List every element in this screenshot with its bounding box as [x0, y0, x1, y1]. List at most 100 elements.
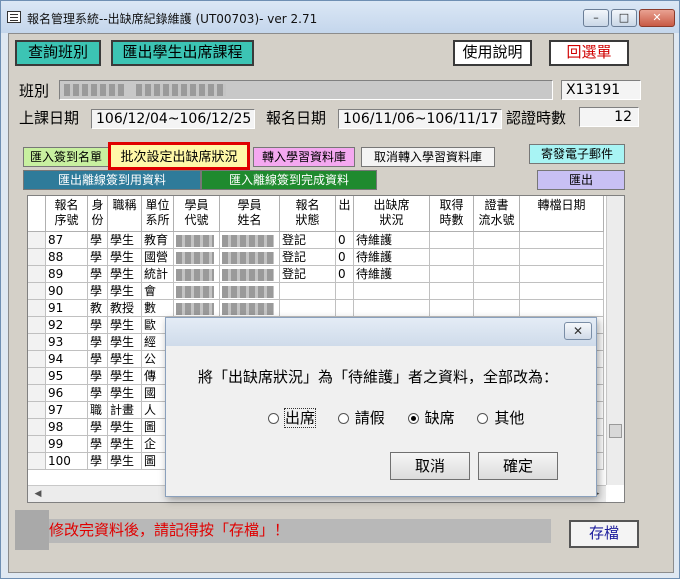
- cell-job-title[interactable]: 計畫: [108, 402, 142, 419]
- save-button[interactable]: 存檔: [569, 520, 639, 548]
- vertical-scroll-thumb[interactable]: [609, 424, 622, 438]
- row-selector[interactable]: [28, 419, 46, 436]
- cell-signup-no[interactable]: 96: [46, 385, 88, 402]
- cell-signup-no[interactable]: 88: [46, 249, 88, 266]
- radio-selected-icon[interactable]: [407, 413, 419, 424]
- cell-transfer-date[interactable]: [520, 232, 604, 249]
- cell-job-title[interactable]: 學生: [108, 334, 142, 351]
- cell-signup-status[interactable]: [280, 300, 336, 317]
- maximize-button[interactable]: □: [611, 9, 637, 27]
- export-offline-signin-button[interactable]: 匯出離線簽到用資料: [23, 170, 201, 190]
- row-selector[interactable]: [28, 300, 46, 317]
- cell-unit[interactable]: 會: [142, 283, 174, 300]
- vertical-scrollbar[interactable]: [606, 196, 624, 485]
- table-row[interactable]: 87 學學生 教育 登記 0 待維護: [28, 232, 604, 249]
- cell-hours[interactable]: [430, 283, 474, 300]
- cell-student-id[interactable]: [174, 232, 220, 249]
- cell-signup-no[interactable]: 89: [46, 266, 88, 283]
- cell-cert-no[interactable]: [474, 232, 520, 249]
- row-selector[interactable]: [28, 232, 46, 249]
- cell-job-title[interactable]: 學生: [108, 249, 142, 266]
- cell-job-title[interactable]: 教授: [108, 300, 142, 317]
- close-button[interactable]: ✕: [639, 9, 675, 27]
- dialog-ok-button[interactable]: 確定: [478, 452, 558, 480]
- table-row[interactable]: 88 學學生 國營 登記 0 待維護: [28, 249, 604, 266]
- cell-job-title[interactable]: 學生: [108, 436, 142, 453]
- transfer-learning-db-button[interactable]: 轉入學習資料庫: [253, 147, 355, 167]
- cell-signup-no[interactable]: 87: [46, 232, 88, 249]
- table-row[interactable]: 89 學學生 統計 登記 0 待維護: [28, 266, 604, 283]
- cell-identity[interactable]: 學: [88, 419, 108, 436]
- cell-signup-no[interactable]: 99: [46, 436, 88, 453]
- cell-identity[interactable]: 教: [88, 300, 108, 317]
- cell-signup-status[interactable]: 登記: [280, 266, 336, 283]
- cell-student-id[interactable]: [174, 266, 220, 283]
- cell-student-id[interactable]: [174, 300, 220, 317]
- cell-job-title[interactable]: 學生: [108, 368, 142, 385]
- cell-identity[interactable]: 學: [88, 232, 108, 249]
- back-to-menu-button[interactable]: 回選單: [549, 40, 629, 66]
- row-selector[interactable]: [28, 317, 46, 334]
- cell-identity[interactable]: 學: [88, 283, 108, 300]
- row-selector[interactable]: [28, 402, 46, 419]
- cancel-transfer-button[interactable]: 取消轉入學習資料庫: [361, 147, 495, 167]
- cell-signup-no[interactable]: 98: [46, 419, 88, 436]
- cell-unit[interactable]: 教育: [142, 232, 174, 249]
- cell-job-title[interactable]: 學生: [108, 317, 142, 334]
- export-button[interactable]: 匯出: [537, 170, 625, 190]
- cell-job-title[interactable]: 學生: [108, 283, 142, 300]
- cell-attendance[interactable]: [354, 300, 430, 317]
- cell-identity[interactable]: 學: [88, 436, 108, 453]
- cell-identity[interactable]: 學: [88, 351, 108, 368]
- row-selector[interactable]: [28, 283, 46, 300]
- cell-signup-no[interactable]: 91: [46, 300, 88, 317]
- cell-unit[interactable]: 國營: [142, 249, 174, 266]
- cell-hours[interactable]: [430, 249, 474, 266]
- dialog-close-button[interactable]: ✕: [564, 322, 592, 340]
- cell-cert-no[interactable]: [474, 300, 520, 317]
- cell-job-title[interactable]: 學生: [108, 351, 142, 368]
- option-present[interactable]: 出席: [268, 407, 317, 428]
- minimize-button[interactable]: –: [583, 9, 609, 27]
- cell-attendance[interactable]: [354, 283, 430, 300]
- cell-out[interactable]: 0: [336, 266, 354, 283]
- cell-job-title[interactable]: 學生: [108, 232, 142, 249]
- cell-transfer-date[interactable]: [520, 283, 604, 300]
- cell-identity[interactable]: 學: [88, 334, 108, 351]
- cell-signup-no[interactable]: 90: [46, 283, 88, 300]
- cell-signup-no[interactable]: 93: [46, 334, 88, 351]
- cell-signup-no[interactable]: 92: [46, 317, 88, 334]
- batch-set-attendance-button[interactable]: 批次設定出缺席狀況: [108, 142, 250, 170]
- row-selector[interactable]: [28, 351, 46, 368]
- cell-cert-no[interactable]: [474, 266, 520, 283]
- cell-signup-no[interactable]: 95: [46, 368, 88, 385]
- cell-hours[interactable]: [430, 266, 474, 283]
- cell-student-name[interactable]: [220, 232, 280, 249]
- cell-student-id[interactable]: [174, 249, 220, 266]
- cell-job-title[interactable]: 學生: [108, 385, 142, 402]
- cell-identity[interactable]: 職: [88, 402, 108, 419]
- send-email-button[interactable]: 寄發電子郵件: [529, 144, 625, 164]
- cell-attendance[interactable]: 待維護: [354, 266, 430, 283]
- row-selector[interactable]: [28, 334, 46, 351]
- row-selector[interactable]: [28, 368, 46, 385]
- cell-identity[interactable]: 學: [88, 385, 108, 402]
- cell-transfer-date[interactable]: [520, 249, 604, 266]
- cell-signup-no[interactable]: 94: [46, 351, 88, 368]
- cell-identity[interactable]: 學: [88, 317, 108, 334]
- cell-attendance[interactable]: 待維護: [354, 232, 430, 249]
- cell-identity[interactable]: 學: [88, 249, 108, 266]
- option-leave[interactable]: 請假: [337, 407, 385, 428]
- cell-student-id[interactable]: [174, 283, 220, 300]
- cell-job-title[interactable]: 學生: [108, 453, 142, 470]
- cell-out[interactable]: 0: [336, 249, 354, 266]
- radio-icon[interactable]: [268, 413, 279, 424]
- import-signin-button[interactable]: 匯入簽到名單: [23, 147, 109, 167]
- option-absent[interactable]: 缺席: [407, 407, 455, 428]
- cell-unit[interactable]: 統計: [142, 266, 174, 283]
- cell-transfer-date[interactable]: [520, 300, 604, 317]
- cell-out[interactable]: [336, 300, 354, 317]
- cell-identity[interactable]: 學: [88, 453, 108, 470]
- help-button[interactable]: 使用說明: [453, 40, 532, 66]
- cell-hours[interactable]: [430, 300, 474, 317]
